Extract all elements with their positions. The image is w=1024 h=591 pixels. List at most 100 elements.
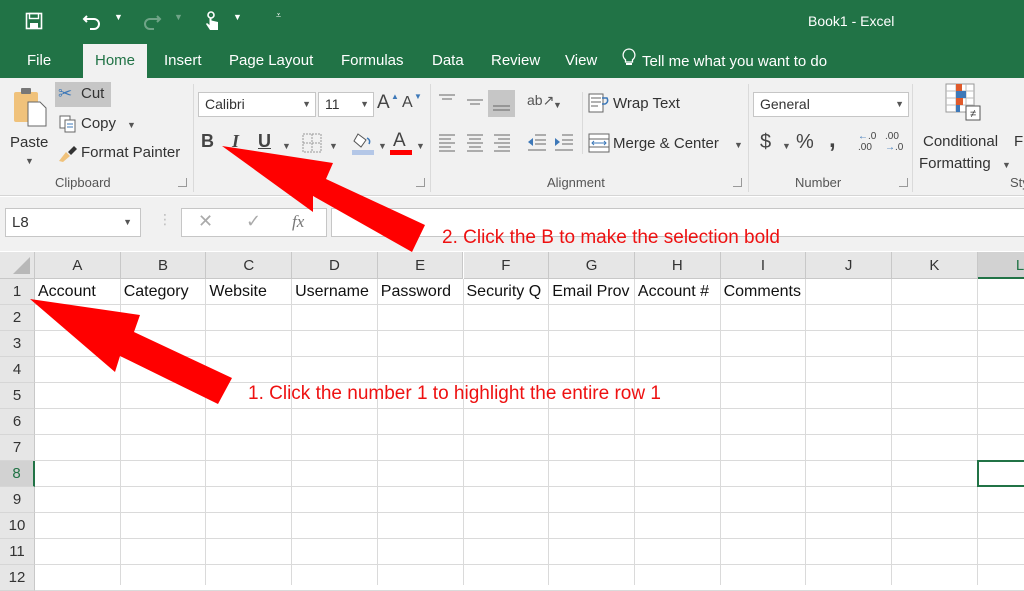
merge-center-button[interactable]: Merge & Center ▼ xyxy=(588,132,743,156)
accounting-format-button[interactable]: $ xyxy=(760,131,771,154)
row-header-12[interactable]: 12 xyxy=(0,565,35,591)
increase-indent-button[interactable] xyxy=(553,132,575,154)
column-header-E[interactable]: E xyxy=(377,252,464,279)
cell-H1[interactable]: Account # xyxy=(635,279,720,305)
font-color-dropdown-icon[interactable]: ▼ xyxy=(416,141,425,151)
column-header-K[interactable]: K xyxy=(892,252,978,279)
row-header-1[interactable]: 1 xyxy=(0,279,35,305)
column-header-L[interactable]: L xyxy=(977,252,1024,279)
undo-dropdown-icon[interactable]: ▼ xyxy=(114,12,123,22)
orientation-dropdown-icon[interactable]: ▼ xyxy=(553,100,562,110)
row-header-11[interactable]: 11 xyxy=(0,539,35,565)
cell-F1[interactable]: Security Q xyxy=(464,279,549,305)
decrease-indent-button[interactable] xyxy=(526,132,548,154)
tab-view[interactable]: View xyxy=(553,44,609,78)
borders-dropdown-icon[interactable]: ▼ xyxy=(329,141,338,151)
align-center-button[interactable] xyxy=(465,132,487,154)
row-header-6[interactable]: 6 xyxy=(0,409,35,435)
row-header-5[interactable]: 5 xyxy=(0,383,35,409)
format-as-table-partial[interactable]: F xyxy=(1014,133,1023,150)
fill-color-button[interactable] xyxy=(352,130,374,156)
undo-icon[interactable] xyxy=(80,10,104,32)
tab-insert[interactable]: Insert xyxy=(152,44,214,78)
active-cell-L8[interactable] xyxy=(977,460,1024,487)
cell-E1[interactable]: Password xyxy=(378,279,463,305)
column-header-G[interactable]: G xyxy=(549,252,635,279)
cell-D1[interactable]: Username xyxy=(292,279,377,305)
cell-K1[interactable] xyxy=(892,279,977,305)
conditional-formatting-button[interactable]: ≠ Conditional Formatting ▼ xyxy=(917,82,1012,172)
font-name-select[interactable]: Calibri ▼ xyxy=(198,92,316,117)
clipboard-launcher-icon[interactable] xyxy=(178,178,187,187)
italic-button[interactable]: I xyxy=(232,131,250,156)
save-icon[interactable] xyxy=(22,10,46,32)
cell-A1[interactable]: Account xyxy=(35,279,120,305)
increase-font-size-button[interactable]: A ▲ xyxy=(377,92,399,117)
tab-home[interactable]: Home xyxy=(83,44,148,78)
row-header-3[interactable]: 3 xyxy=(0,331,35,357)
column-header-F[interactable]: F xyxy=(463,252,550,279)
row-header-4[interactable]: 4 xyxy=(0,357,35,383)
wrap-text-button[interactable]: Wrap Text xyxy=(588,92,698,116)
borders-button[interactable] xyxy=(302,133,324,153)
decrease-font-size-button[interactable]: A ▼ xyxy=(402,92,422,119)
tab-formulas[interactable]: Formulas xyxy=(329,44,416,78)
column-header-D[interactable]: D xyxy=(292,252,378,279)
format-painter-button[interactable]: Format Painter xyxy=(55,141,190,166)
row-header-9[interactable]: 9 xyxy=(0,487,35,513)
top-align-button[interactable] xyxy=(437,92,459,112)
bold-button[interactable]: B xyxy=(201,131,223,156)
formula-bar-grip[interactable]: ⋮ xyxy=(158,211,172,228)
decrease-decimal-button[interactable]: .00 →.0 xyxy=(885,131,907,153)
cell-C1[interactable]: Website xyxy=(206,279,291,305)
select-all-button[interactable] xyxy=(0,252,35,279)
touch-dropdown-icon[interactable]: ▼ xyxy=(233,12,242,22)
row-header-8[interactable]: 8 xyxy=(0,461,35,487)
tell-me-search[interactable]: Tell me what you want to do xyxy=(622,44,827,78)
enter-icon[interactable]: ✓ xyxy=(246,211,261,232)
font-launcher-icon[interactable] xyxy=(416,178,425,187)
paste-button[interactable]: Paste ▼ xyxy=(8,84,50,166)
row-header-2[interactable]: 2 xyxy=(0,305,35,331)
row-header-7[interactable]: 7 xyxy=(0,435,35,461)
cell-I1[interactable]: Comments xyxy=(721,279,806,305)
customize-qat-icon[interactable]: ⩡ xyxy=(276,10,281,21)
cell-B1[interactable]: Category xyxy=(121,279,206,305)
align-left-button[interactable] xyxy=(437,132,459,154)
tab-review[interactable]: Review xyxy=(479,44,552,78)
redo-dropdown-icon[interactable]: ▼ xyxy=(174,12,183,22)
increase-decimal-button[interactable]: ←.0.00 xyxy=(858,131,880,153)
underline-button[interactable]: U xyxy=(258,131,276,156)
tab-page-layout[interactable]: Page Layout xyxy=(217,44,325,78)
cell-L1[interactable] xyxy=(978,279,1024,305)
column-header-C[interactable]: C xyxy=(206,252,293,279)
insert-function-icon[interactable]: fx xyxy=(292,212,304,232)
alignment-launcher-icon[interactable] xyxy=(733,178,742,187)
cell-G1[interactable]: Email Prov xyxy=(549,279,634,305)
bottom-align-button[interactable] xyxy=(488,90,515,117)
percent-style-button[interactable]: % xyxy=(796,131,814,154)
touch-mode-icon[interactable] xyxy=(202,10,224,32)
cut-button[interactable]: ✂ Cut xyxy=(55,82,111,107)
tab-data[interactable]: Data xyxy=(420,44,476,78)
name-box[interactable]: L8 ▼ xyxy=(5,208,141,237)
comma-style-button[interactable]: , xyxy=(829,126,836,154)
column-header-J[interactable]: J xyxy=(806,252,892,279)
copy-button[interactable]: Copy ▼ xyxy=(55,112,140,137)
column-header-I[interactable]: I xyxy=(720,252,807,279)
column-header-B[interactable]: B xyxy=(120,252,207,279)
number-launcher-icon[interactable] xyxy=(899,178,908,187)
underline-dropdown-icon[interactable]: ▼ xyxy=(282,141,291,151)
align-right-button[interactable] xyxy=(492,132,514,154)
column-header-H[interactable]: H xyxy=(634,252,721,279)
accounting-dropdown-icon[interactable]: ▼ xyxy=(782,141,791,151)
font-size-select[interactable]: 11 ▼ xyxy=(318,92,374,117)
number-format-select[interactable]: General ▼ xyxy=(753,92,909,117)
redo-icon[interactable] xyxy=(140,10,164,32)
middle-align-button[interactable] xyxy=(465,92,487,112)
font-color-button[interactable]: A xyxy=(390,130,412,156)
tab-file[interactable]: File xyxy=(15,44,63,78)
cancel-icon[interactable]: ✕ xyxy=(198,211,213,232)
row-header-10[interactable]: 10 xyxy=(0,513,35,539)
fill-color-dropdown-icon[interactable]: ▼ xyxy=(378,141,387,151)
